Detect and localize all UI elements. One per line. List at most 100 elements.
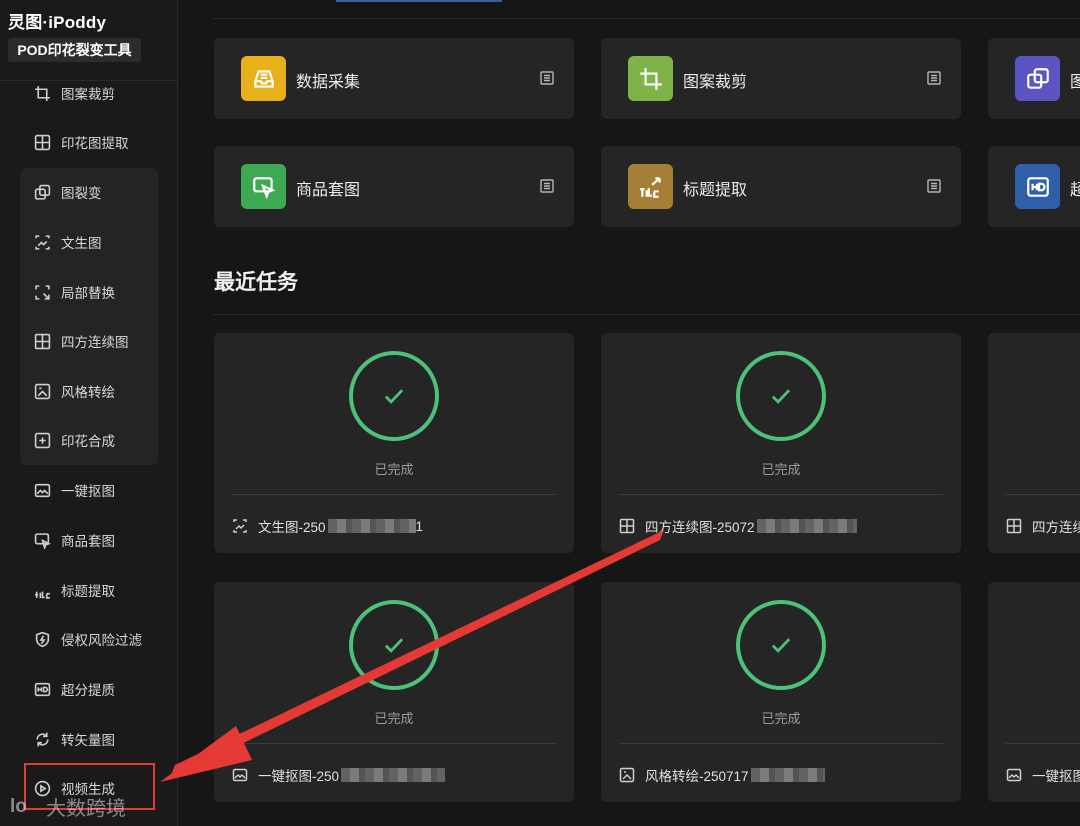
- sidebar-item-fission[interactable]: 图裂变: [34, 180, 102, 204]
- task-divider: [232, 494, 556, 495]
- doc-icon[interactable]: [927, 71, 941, 85]
- tool-card-data-collection[interactable]: 数据采集: [214, 38, 574, 119]
- tool-icon-bg: [1015, 164, 1060, 209]
- sidebar-item-style-transfer[interactable]: 风格转绘: [34, 379, 115, 403]
- task-name: 风格转绘-250717: [619, 765, 825, 785]
- product-mockup-icon: [34, 532, 51, 549]
- task-card[interactable]: 已完成 风格转绘-250717: [601, 582, 961, 802]
- fission-icon: [34, 184, 51, 201]
- fission-icon: [1026, 67, 1049, 89]
- task-card[interactable]: 已完成 四方连续图-25072: [601, 333, 961, 553]
- sidebar-item-label: 印花合成: [61, 434, 115, 449]
- tool-card-fission[interactable]: 图: [988, 38, 1080, 119]
- tool-label: 超: [1070, 182, 1080, 199]
- doc-icon[interactable]: [927, 179, 941, 193]
- doc-icon[interactable]: [540, 179, 554, 193]
- task-card[interactable]: 四方连续: [988, 333, 1080, 553]
- sidebar-item-print-compose[interactable]: 印花合成: [34, 428, 115, 452]
- task-divider: [619, 743, 943, 744]
- watermark: lo 大数跨境: [10, 792, 126, 821]
- task-card[interactable]: 已完成 一键抠图-250: [214, 582, 574, 802]
- crop-icon: [639, 67, 662, 90]
- title-icon: [639, 176, 661, 198]
- task-status: 已完成: [374, 711, 414, 726]
- app-subtitle: POD印花裂变工具: [8, 38, 141, 62]
- sidebar-item-seamless-pattern[interactable]: 四方连续图: [34, 329, 129, 353]
- sidebar-item-title[interactable]: 标题提取: [34, 578, 115, 602]
- task-name: 一键抠图: [1006, 765, 1080, 785]
- tool-icon-bg: [241, 56, 286, 101]
- sidebar-item-extract[interactable]: 印花图提取: [34, 130, 129, 154]
- task-card[interactable]: 一键抠图: [988, 582, 1080, 802]
- redacted-text: [341, 768, 446, 782]
- tool-card-title[interactable]: 标题提取: [601, 146, 961, 227]
- sidebar-item-label: 局部替换: [61, 286, 115, 301]
- brand-logo[interactable]: 灵图·iPoddy: [8, 8, 106, 33]
- doc-icon[interactable]: [540, 71, 554, 85]
- tool-icon-bg: [628, 56, 673, 101]
- recent-tasks-title: 最近任务: [214, 271, 298, 294]
- sidebar-item-label: 图案裁剪: [61, 87, 115, 102]
- sidebar-item-product-mockup[interactable]: 商品套图: [34, 528, 115, 552]
- task-name-text: 四方连续图-25072: [645, 520, 755, 535]
- tool-label: 商品套图: [296, 182, 361, 199]
- sidebar-item-label: 侵权风险过滤: [61, 633, 142, 648]
- text-to-image-icon: [34, 234, 51, 251]
- task-divider: [619, 494, 943, 495]
- sidebar-item-label: 文生图: [61, 236, 102, 251]
- section-divider: [214, 314, 1080, 315]
- task-card[interactable]: 已完成 文生图-250 1: [214, 333, 574, 553]
- app-root: 灵图·iPoddy POD印花裂变工具 图案裁剪 印花图提取 图裂变 文生图 局…: [0, 0, 1080, 826]
- check-circle-icon: [349, 351, 439, 441]
- sidebar: 灵图·iPoddy POD印花裂变工具 图案裁剪 印花图提取 图裂变 文生图 局…: [0, 0, 178, 826]
- seamless-pattern-icon: [619, 518, 635, 534]
- cutout-icon: [34, 482, 51, 499]
- check-circle-icon: [736, 351, 826, 441]
- shield-icon: [34, 631, 51, 648]
- task-status: 已完成: [761, 711, 801, 726]
- style-transfer-icon: [34, 383, 51, 400]
- sidebar-item-cutout[interactable]: 一键抠图: [34, 478, 115, 502]
- sidebar-item-label: 超分提质: [61, 683, 115, 698]
- cutout-icon: [232, 767, 248, 783]
- main-content: 数据采集 图案裁剪 图 商品套图 标题提取 超 最近任务 已完成 文生图-250…: [178, 0, 1080, 826]
- sidebar-item-text-to-image[interactable]: 文生图: [34, 230, 102, 254]
- task-name-tail: 1: [415, 518, 424, 534]
- sidebar-item-label: 图裂变: [61, 186, 102, 201]
- product-mockup-icon: [252, 176, 276, 199]
- tool-icon-bg: [241, 164, 286, 209]
- task-name-text: 文生图-250: [258, 520, 326, 535]
- task-name: 四方连续图-25072: [619, 516, 857, 536]
- extract-icon: [34, 134, 51, 151]
- hd-icon: [1026, 176, 1049, 197]
- sidebar-item-vector[interactable]: 转矢量图: [34, 727, 115, 751]
- redacted-text: [750, 768, 825, 782]
- vector-icon: [34, 731, 51, 748]
- task-divider: [232, 743, 556, 744]
- text-to-image-icon: [232, 518, 248, 534]
- sidebar-item-label: 商品套图: [61, 534, 115, 549]
- inbox-icon: [253, 69, 274, 88]
- task-divider: [1006, 494, 1080, 495]
- task-status: 已完成: [374, 462, 414, 477]
- tool-icon-bg: [628, 164, 673, 209]
- print-compose-icon: [34, 432, 51, 449]
- top-divider: [214, 18, 1080, 19]
- cutout-icon: [1006, 767, 1022, 783]
- watermark-logo: lo: [10, 795, 27, 817]
- sidebar-item-risk-filter[interactable]: 侵权风险过滤: [34, 627, 142, 651]
- sidebar-item-partial-replace[interactable]: 局部替换: [34, 280, 115, 304]
- sidebar-item-label: 一键抠图: [61, 484, 115, 499]
- tool-icon-bg: [1015, 56, 1060, 101]
- sidebar-item-label: 标题提取: [61, 584, 115, 599]
- task-divider: [1006, 743, 1080, 744]
- tool-card-super-resolution[interactable]: 超: [988, 146, 1080, 227]
- tool-card-crop[interactable]: 图案裁剪: [601, 38, 961, 119]
- seamless-pattern-icon: [34, 333, 51, 350]
- style-transfer-icon: [619, 767, 635, 783]
- sidebar-item-super-resolution[interactable]: 超分提质: [34, 677, 115, 701]
- hd-icon: [34, 681, 51, 698]
- task-name: 四方连续: [1006, 516, 1080, 536]
- tool-card-product-mockup[interactable]: 商品套图: [214, 146, 574, 227]
- sidebar-item-crop[interactable]: 图案裁剪: [34, 81, 115, 105]
